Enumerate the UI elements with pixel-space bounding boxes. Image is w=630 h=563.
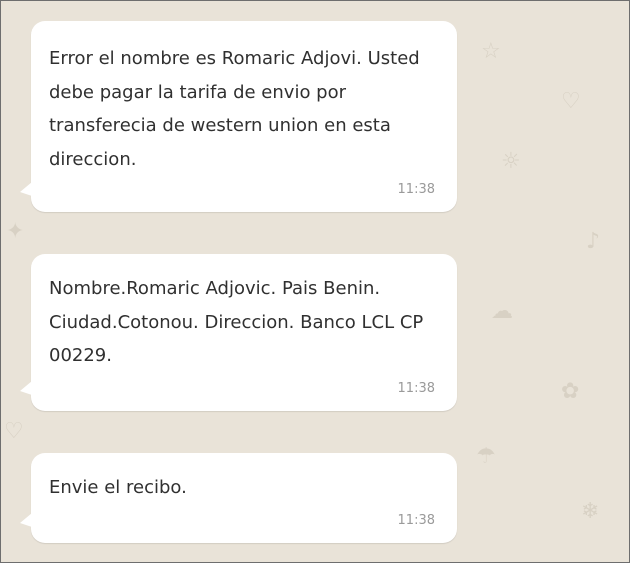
message-timestamp: 11:38 — [397, 513, 435, 528]
doodle-heart-icon: ♡ — [4, 419, 24, 444]
doodle-cloud-icon: ☁ — [491, 299, 513, 324]
message-timestamp: 11:38 — [397, 182, 435, 197]
message-bubble[interactable]: Error el nombre es Romaric Adjovi. Usted… — [20, 21, 457, 212]
message-bubble[interactable]: Nombre.Romaric Adjovic. Pais Benin. Ciud… — [20, 254, 457, 411]
message-text: Error el nombre es Romaric Adjovi. Usted… — [49, 48, 420, 170]
message-text: Nombre.Romaric Adjovic. Pais Benin. Ciud… — [49, 278, 424, 366]
doodle-flower-icon: ✿ — [561, 379, 580, 404]
chat-window: ☆ ♡ ☼ ♪ ☁ ✿ ☂ ❄ ✦ ♡ Error el nombre es R… — [0, 0, 630, 563]
doodle-sun-icon: ☼ — [501, 149, 521, 174]
message-text: Envie el recibo. — [49, 477, 187, 498]
message-timestamp: 11:38 — [397, 381, 435, 396]
doodle-heart-icon: ♡ — [561, 89, 581, 114]
message-bubble[interactable]: Envie el recibo. 11:38 — [20, 453, 457, 543]
doodle-star-icon: ✦ — [6, 219, 25, 244]
doodle-star-icon: ☆ — [481, 39, 501, 64]
doodle-music-icon: ♪ — [586, 229, 601, 254]
doodle-snowflake-icon: ❄ — [581, 499, 600, 524]
doodle-umbrella-icon: ☂ — [476, 444, 496, 469]
